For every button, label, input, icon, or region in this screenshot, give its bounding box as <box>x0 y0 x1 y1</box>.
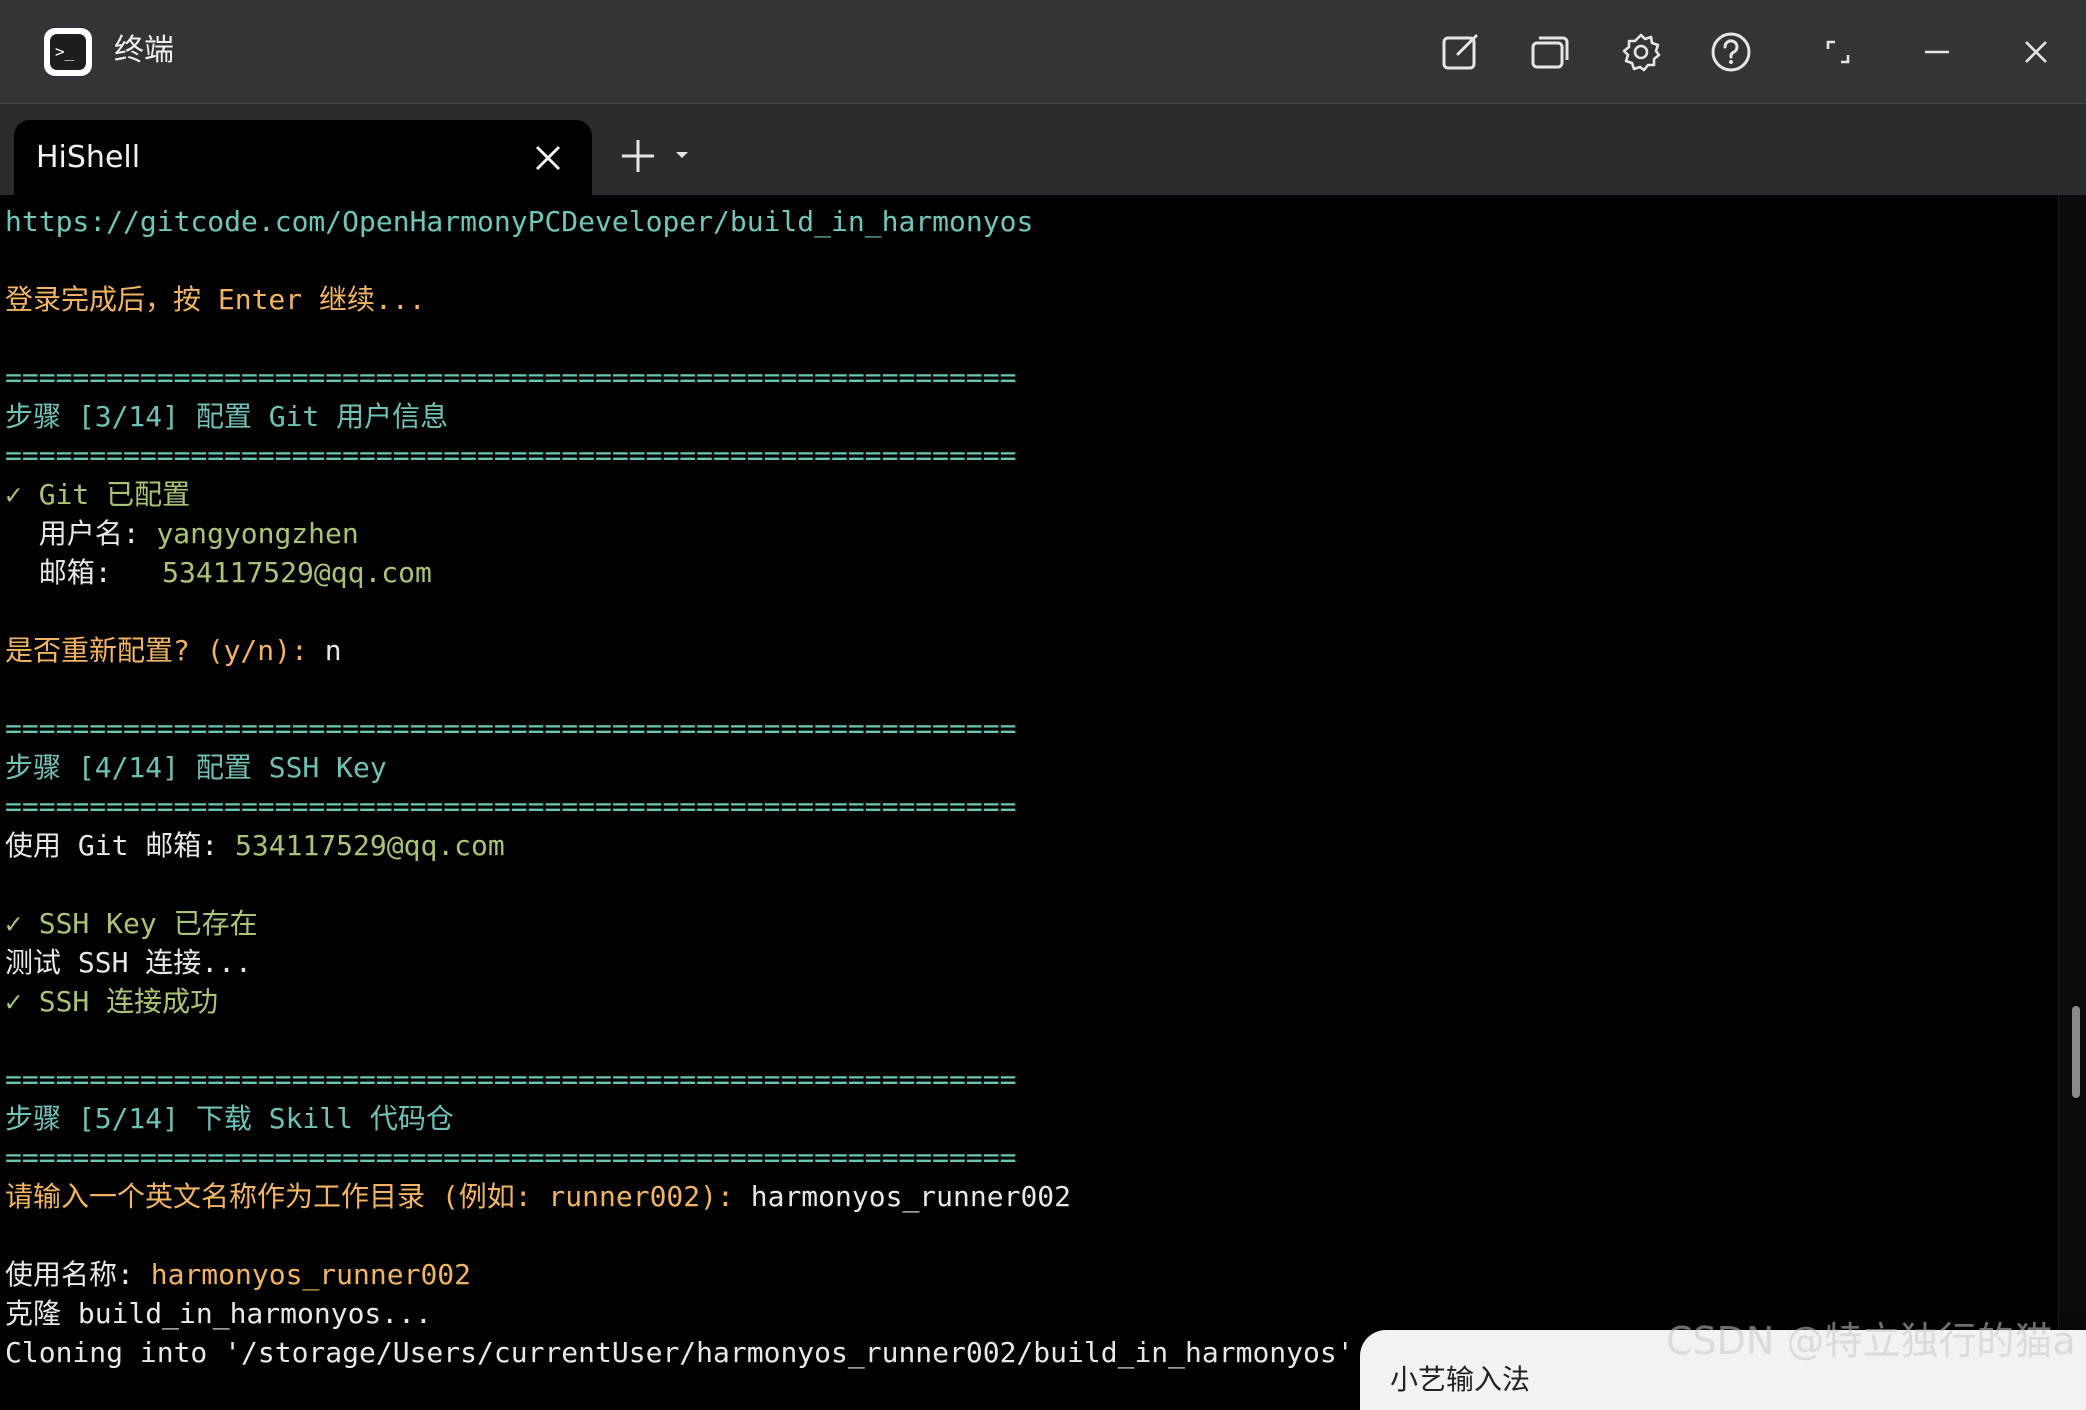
terminal-text: 步骤 [5/14] 下载 Skill 代码仓 <box>5 1102 454 1135</box>
terminal-text: ========================================… <box>5 712 1017 745</box>
terminal-text: yangyongzhen <box>156 517 359 550</box>
close-window-button[interactable] <box>2006 22 2066 82</box>
terminal-prompt-icon: >_ <box>50 34 86 70</box>
terminal-text: ✓ SSH 连接成功 <box>5 985 219 1018</box>
window-title: 终端 <box>114 33 174 68</box>
restore-button[interactable] <box>1808 22 1868 82</box>
terminal-line: ========================================… <box>0 1138 2058 1177</box>
new-tab-dropdown[interactable] <box>668 140 696 170</box>
tab-strip: HiShell <box>0 104 2086 195</box>
terminal-text: ✓ SSH Key 已存在 <box>5 907 258 940</box>
terminal-line: ========================================… <box>0 1060 2058 1099</box>
watermark: CSDN @特立独行的猫a <box>1666 1319 2076 1363</box>
window-copy-button[interactable] <box>1520 22 1580 82</box>
terminal-text: ========================================… <box>5 1141 1017 1174</box>
terminal-output[interactable]: https://gitcode.com/OpenHarmonyPCDevelop… <box>0 195 2058 1378</box>
terminal-text: harmonyos_runner002 <box>150 1258 472 1291</box>
plus-icon <box>622 140 654 172</box>
terminal-line: 步骤 [3/14] 配置 Git 用户信息 <box>0 397 2058 436</box>
terminal-line: 请输入一个英文名称作为工作目录 (例如: runner002): harmony… <box>0 1177 2058 1216</box>
terminal-line: 邮箱: 534117529@qq.com <box>0 553 2058 592</box>
terminal-text: 请输入一个英文名称作为工作目录 (例如: runner002): <box>5 1180 751 1213</box>
close-icon <box>535 145 561 171</box>
terminal-text: harmonyos_runner002 <box>750 1180 1072 1213</box>
terminal-line: 登录完成后，按 Enter 继续... <box>0 280 2058 319</box>
terminal-line: ✓ SSH Key 已存在 <box>0 904 2058 943</box>
terminal-text: 使用 Git 邮箱: <box>5 829 236 862</box>
ime-label: 小艺输入法 <box>1390 1363 1531 1396</box>
tab-close-button[interactable] <box>530 140 566 176</box>
terminal-text: ========================================… <box>5 439 1017 472</box>
scrollbar-thumb[interactable] <box>2072 1006 2080 1098</box>
minimize-icon <box>1925 50 1949 54</box>
help-icon <box>1711 32 1751 72</box>
minimize-button[interactable] <box>1907 22 1967 82</box>
terminal-text: 步骤 [4/14] 配置 SSH Key <box>5 751 387 784</box>
terminal-line: https://gitcode.com/OpenHarmonyPCDevelop… <box>0 202 2058 241</box>
terminal-text: 是否重新配置? (y/n): <box>5 634 325 667</box>
terminal-text: https://gitcode.com/OpenHarmonyPCDevelop… <box>5 205 1034 238</box>
terminal-text: 邮箱: <box>5 556 163 589</box>
terminal-line: 使用 Git 邮箱: 534117529@qq.com <box>0 826 2058 865</box>
title-bar: >_ 终端 <box>0 0 2086 104</box>
new-tab-button[interactable] <box>616 134 660 178</box>
terminal-text: 534117529@qq.com <box>162 556 432 589</box>
terminal-line: ✓ SSH 连接成功 <box>0 982 2058 1021</box>
terminal-line: 步骤 [5/14] 下载 Skill 代码仓 <box>0 1099 2058 1138</box>
scrollbar-track[interactable] <box>2058 195 2086 1378</box>
terminal-text: 步骤 [3/14] 配置 Git 用户信息 <box>5 400 449 433</box>
terminal-text: ========================================… <box>5 361 1017 394</box>
terminal-text: ========================================… <box>5 790 1017 823</box>
terminal-text: 测试 SSH 连接... <box>5 946 252 979</box>
window-copy-icon <box>1531 36 1569 69</box>
close-icon <box>2025 41 2047 63</box>
settings-button[interactable] <box>1611 22 1671 82</box>
terminal-line: ✓ Git 已配置 <box>0 475 2058 514</box>
terminal-text: ========================================… <box>5 1063 1017 1096</box>
terminal-line: ========================================… <box>0 787 2058 826</box>
terminal-app-icon: >_ <box>44 28 92 76</box>
terminal-text: 用户名: <box>5 517 157 550</box>
terminal-text: 克隆 build_in_harmonyos... <box>5 1297 432 1330</box>
restore-icon <box>1826 40 1850 64</box>
terminal-text: n <box>324 634 342 667</box>
help-button[interactable] <box>1701 22 1761 82</box>
terminal-text: 使用名称: <box>5 1258 151 1291</box>
tab-hishell[interactable]: HiShell <box>14 120 592 195</box>
terminal-text: 534117529@qq.com <box>235 829 505 862</box>
tab-title: HiShell <box>36 140 141 175</box>
terminal-line: ========================================… <box>0 436 2058 475</box>
terminal-line: ========================================… <box>0 709 2058 748</box>
edit-icon <box>1442 34 1478 70</box>
terminal-line: 步骤 [4/14] 配置 SSH Key <box>0 748 2058 787</box>
terminal-text: Cloning into '/storage/Users/currentUser… <box>5 1336 1405 1369</box>
terminal-line: 使用名称: harmonyos_runner002 <box>0 1255 2058 1294</box>
terminal-line: 是否重新配置? (y/n): n <box>0 631 2058 670</box>
terminal-line: ========================================… <box>0 358 2058 397</box>
terminal-line: 用户名: yangyongzhen <box>0 514 2058 553</box>
terminal-line: 测试 SSH 连接... <box>0 943 2058 982</box>
terminal-text: 登录完成后，按 Enter 继续... <box>5 283 426 316</box>
caret-down-icon <box>676 152 688 158</box>
terminal-text: ✓ Git 已配置 <box>5 478 191 511</box>
gear-icon <box>1622 33 1661 72</box>
edit-button[interactable] <box>1430 22 1490 82</box>
